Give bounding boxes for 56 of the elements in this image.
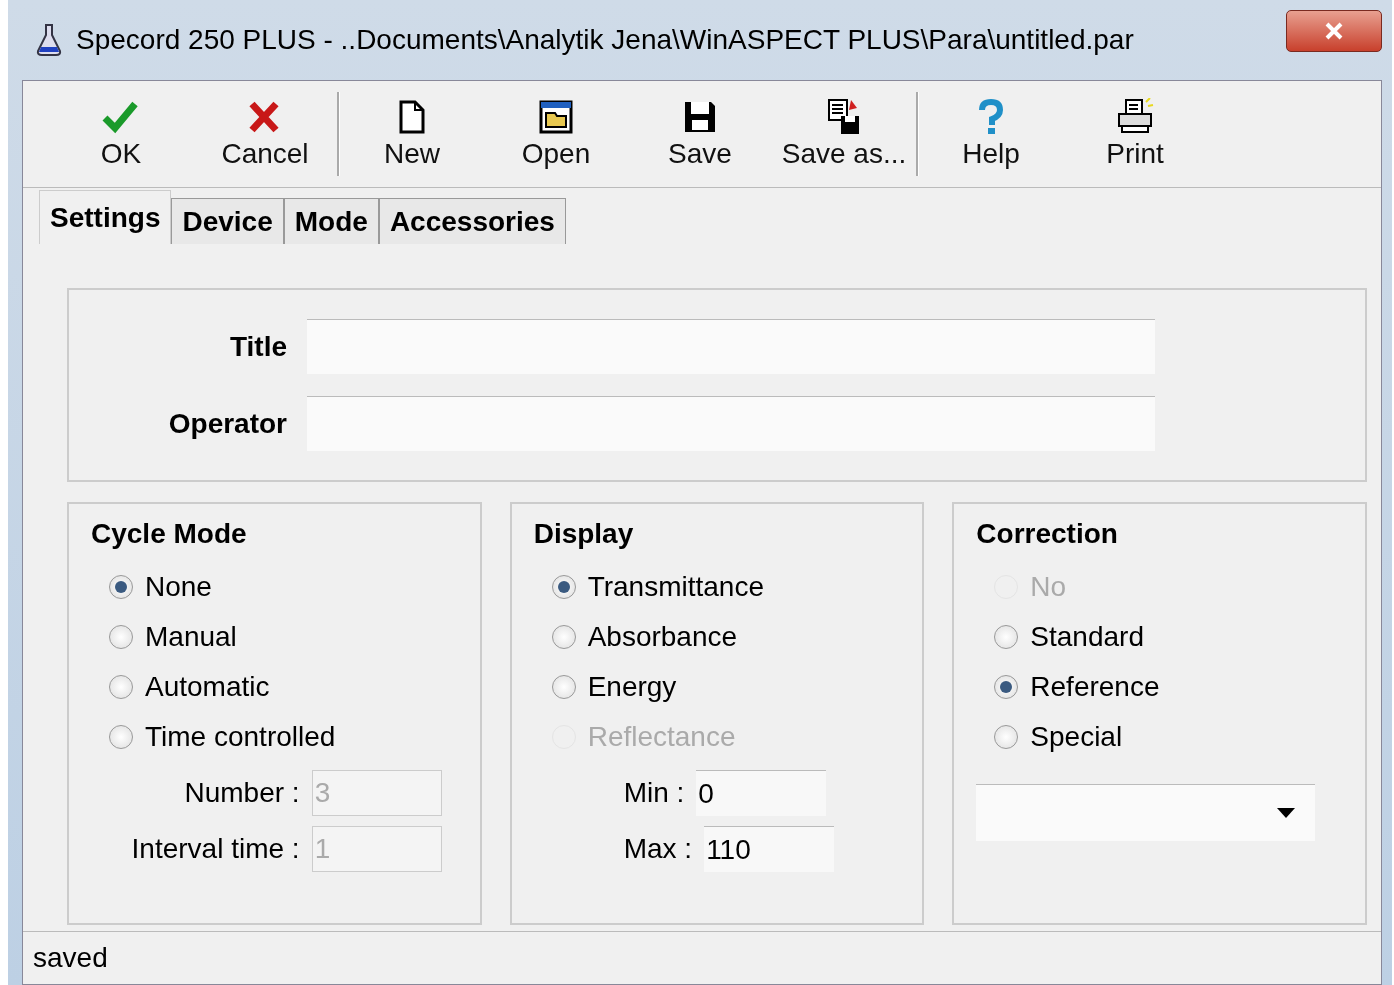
toolbar-button[interactable]: OK — [49, 84, 193, 184]
radio-button[interactable] — [109, 625, 133, 649]
option-label: Standard — [1030, 621, 1144, 653]
text-field[interactable] — [307, 319, 1155, 374]
close-icon — [1324, 22, 1344, 40]
flask-icon — [36, 23, 62, 57]
option-label: Energy — [587, 671, 677, 703]
field-label: Max : — [623, 833, 693, 865]
field-label: Title — [228, 330, 287, 363]
radio-button[interactable] — [551, 575, 576, 599]
option-label: None — [145, 571, 212, 603]
radio-button[interactable] — [109, 675, 133, 699]
group-title: Display — [533, 518, 635, 550]
option-label: Special — [1030, 721, 1123, 753]
tab[interactable]: Mode — [283, 198, 379, 244]
window-title: Specord 250 PLUS - ..Documents\Analytik Jena\WinASPECT PLUS\Para\untitled.par — [76, 24, 1135, 56]
radio-button[interactable] — [551, 675, 576, 699]
field-label: Min : — [623, 777, 685, 809]
group-title: Cycle Mode — [91, 518, 248, 550]
radio-button[interactable] — [109, 725, 133, 749]
option-label: Automatic — [145, 671, 270, 703]
toolbar-button[interactable]: Open — [484, 84, 628, 184]
field-label: Number : — [184, 777, 300, 809]
radio-button[interactable] — [994, 625, 1019, 649]
radio-button[interactable] — [551, 625, 576, 649]
option-label: Manual — [145, 621, 237, 653]
toolbar-button[interactable]: Cancel — [193, 84, 337, 184]
toolbar-button[interactable]: Save — [628, 84, 772, 184]
toolbar-button[interactable]: Help — [919, 84, 1063, 184]
folder-window-icon — [537, 98, 575, 136]
option-label: No — [1030, 571, 1067, 603]
close-button[interactable] — [1286, 10, 1382, 52]
text-field[interactable] — [307, 396, 1155, 451]
option-label: Transmittance — [587, 571, 764, 603]
radio-button[interactable] — [109, 575, 133, 599]
field-label: Interval time : — [131, 833, 300, 865]
group-title: Correction — [976, 518, 1119, 550]
radio-button[interactable] — [994, 725, 1019, 749]
option-label: Time controlled — [145, 721, 336, 753]
field-label: Operator — [167, 407, 287, 440]
dropdown-arrow-icon — [1277, 808, 1295, 818]
tab[interactable]: Accessories — [378, 198, 566, 244]
option-label: Reflectance — [587, 721, 736, 753]
dropdown[interactable] — [976, 784, 1315, 841]
toolbar-button[interactable]: Print — [1063, 84, 1207, 184]
tab[interactable]: Settings — [39, 190, 172, 244]
status-text: saved — [33, 942, 108, 974]
radio-button[interactable] — [994, 675, 1019, 699]
option-label: Absorbance — [587, 621, 738, 653]
toolbar-button[interactable]: Save as... — [772, 84, 916, 184]
number-field[interactable]: 110 — [704, 826, 835, 872]
toolbar-button[interactable]: New — [340, 84, 484, 184]
printer-icon — [1116, 98, 1154, 136]
tab[interactable]: Device — [171, 198, 284, 244]
option-label: Reference — [1030, 671, 1160, 703]
number-field[interactable]: 0 — [696, 770, 827, 816]
